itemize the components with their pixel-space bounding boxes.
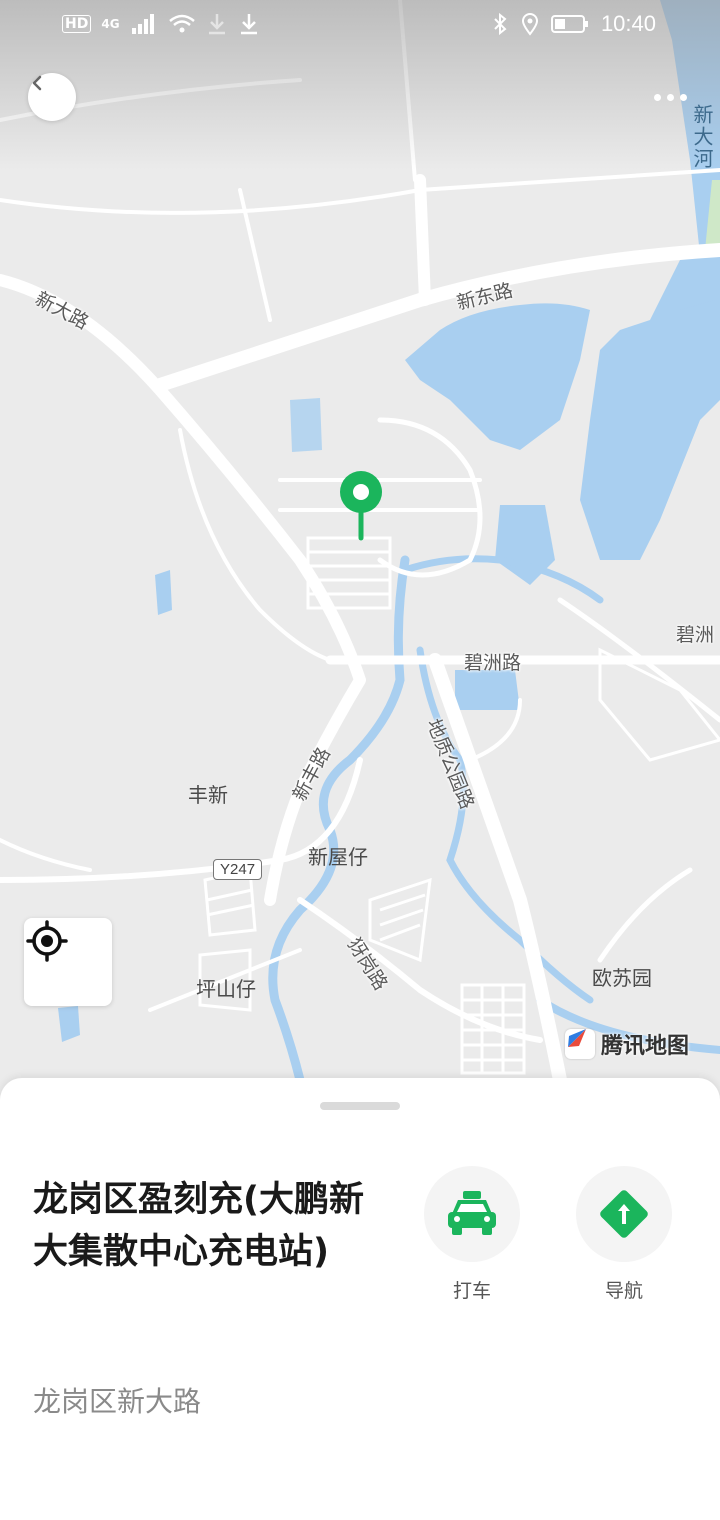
- wifi-icon: [168, 14, 195, 33]
- xinwuzai-label: 新屋仔: [308, 845, 368, 869]
- more-options-button[interactable]: [645, 82, 695, 112]
- navigate-label: 导航: [604, 1280, 643, 1302]
- map-brand: 腾讯地图: [565, 1026, 689, 1062]
- more-dots-icon: [653, 93, 661, 101]
- river-label: 新大河: [690, 104, 714, 170]
- sheet-drag-handle[interactable]: [320, 1102, 400, 1110]
- navigate-button[interactable]: 导航: [576, 1166, 672, 1303]
- place-address: 龙岗区新大路: [33, 1385, 202, 1418]
- locate-me-button[interactable]: [24, 918, 112, 1006]
- map-view[interactable]: 新大河 新大路 新东路 碧洲路 碧洲 地质公园路 新丰路 丰新 新屋仔 Y247…: [0, 0, 720, 1100]
- download-icon: [240, 14, 257, 35]
- ousu-garden-label: 欧苏园: [592, 966, 652, 990]
- location-icon: [521, 13, 538, 36]
- chevron-left-icon: [32, 75, 42, 91]
- back-button[interactable]: [28, 73, 76, 121]
- bizhou-road-label: 碧洲路: [464, 652, 522, 674]
- taxi-button[interactable]: 打车: [424, 1166, 520, 1303]
- hd-indicator: HD: [62, 15, 92, 33]
- map-brand-text: 腾讯地图: [601, 1034, 690, 1059]
- place-detail-sheet: 龙岗区盈刻充(大鹏新大集散中心充电站) 龙岗区新大路 打车 导航: [0, 1078, 720, 1520]
- crosshair-icon: [26, 920, 68, 962]
- location-pin[interactable]: [340, 471, 382, 541]
- navigate-button-circle[interactable]: [576, 1166, 672, 1262]
- taxi-label: 打车: [452, 1280, 491, 1302]
- battery-icon: [550, 15, 588, 33]
- download-icon: [208, 14, 225, 35]
- road-badge-y247: Y247: [213, 859, 263, 880]
- pingshanzai-label: 坪山仔: [196, 977, 256, 1001]
- place-title: 龙岗区盈刻充(大鹏新大集散中心充电站): [33, 1180, 364, 1272]
- taxi-icon: [448, 1191, 496, 1235]
- status-time: 10:40: [600, 11, 656, 36]
- navigation-icon: [600, 1190, 648, 1238]
- bluetooth-icon: [494, 12, 507, 36]
- fengxin-label: 丰新: [188, 783, 228, 807]
- network-type: 4G: [101, 17, 120, 31]
- status-bar: HD 4G 10:40: [0, 0, 720, 50]
- taxi-button-circle[interactable]: [424, 1166, 520, 1262]
- signal-icon: [131, 14, 154, 34]
- bizhou-label-edge: 碧洲: [676, 624, 715, 646]
- tencent-map-logo-icon: [565, 1029, 595, 1059]
